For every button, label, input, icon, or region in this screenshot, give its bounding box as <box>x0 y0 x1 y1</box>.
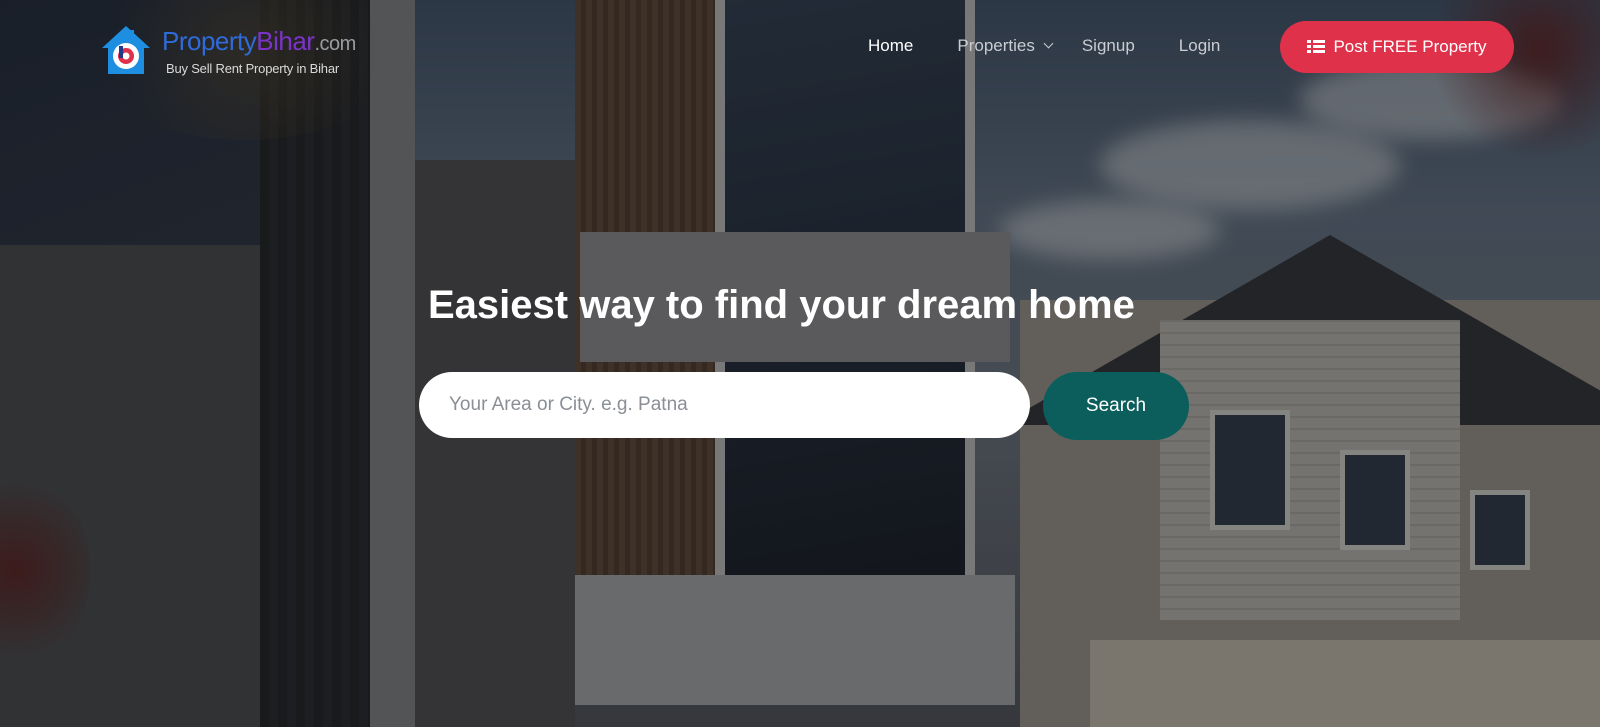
search-button[interactable]: Search <box>1043 372 1189 440</box>
brand-name-suffix: .com <box>314 33 356 55</box>
site-header: PropertyBihar.com Buy Sell Rent Property… <box>0 0 1600 96</box>
chevron-down-icon <box>1043 38 1054 49</box>
brand-name: PropertyBihar.com <box>162 26 356 56</box>
nav-properties-label: Properties <box>957 36 1035 55</box>
post-free-property-button[interactable]: Post FREE Property <box>1280 21 1514 73</box>
brand-tagline: Buy Sell Rent Property in Bihar <box>166 61 339 76</box>
nav-login[interactable]: Login <box>1179 36 1221 56</box>
site-logo[interactable]: PropertyBihar.com Buy Sell Rent Property… <box>98 22 356 78</box>
main-nav: Home Properties Signup Login <box>868 36 1264 56</box>
nav-home[interactable]: Home <box>868 36 913 56</box>
brand-name-part2: Bihar <box>256 26 315 56</box>
nav-properties[interactable]: Properties <box>957 36 1054 56</box>
search-input[interactable] <box>419 372 1030 438</box>
nav-signup[interactable]: Signup <box>1082 36 1135 56</box>
post-free-property-label: Post FREE Property <box>1333 37 1487 56</box>
hero-background <box>0 0 1600 727</box>
brand-name-part1: Property <box>162 26 257 56</box>
hero-headline: Easiest way to find your dream home <box>428 283 1135 327</box>
list-icon <box>1307 40 1326 54</box>
house-logo-icon <box>98 22 154 78</box>
